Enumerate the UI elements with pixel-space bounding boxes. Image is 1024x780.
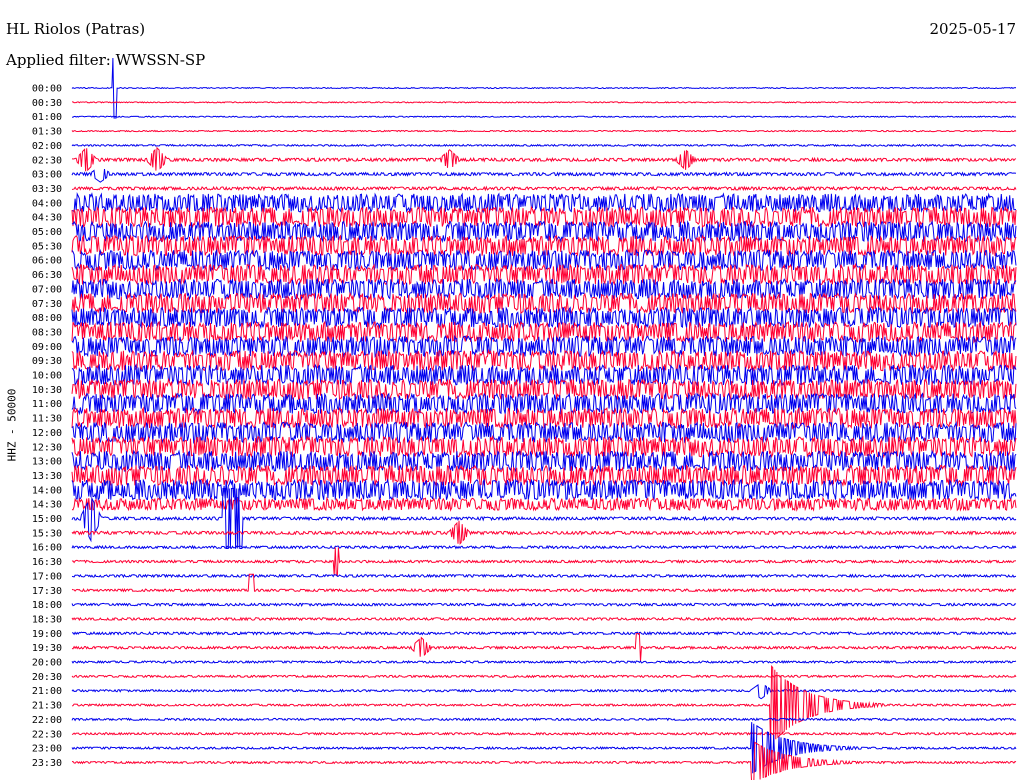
time-tick-label: 21:00 xyxy=(32,686,62,697)
trace-row-1300 xyxy=(71,449,1017,473)
time-tick-label: 19:00 xyxy=(32,629,62,640)
trace-row-0030 xyxy=(72,101,1017,104)
trace-row-0330 xyxy=(71,185,1017,192)
trace-row-1100 xyxy=(71,392,1017,416)
trace-row-1630 xyxy=(71,547,1017,576)
time-tick-label: 16:00 xyxy=(32,543,62,554)
time-tick-label: 16:30 xyxy=(32,557,62,568)
trace-row-0000 xyxy=(71,57,1017,119)
time-tick-label: 02:00 xyxy=(32,141,62,152)
time-tick-label: 05:30 xyxy=(32,241,62,252)
time-tick-label: 20:30 xyxy=(32,672,62,683)
trace-row-1700 xyxy=(71,573,1017,579)
time-tick-label: 18:00 xyxy=(32,600,62,611)
time-tick-label: 15:30 xyxy=(32,528,62,539)
trace-row-0500 xyxy=(71,220,1017,244)
time-tick-label: 23:30 xyxy=(32,758,62,769)
trace-row-0730 xyxy=(71,291,1017,315)
trace-row-1930 xyxy=(71,633,1017,662)
time-tick-label: 04:30 xyxy=(32,213,62,224)
seismogram-chart: 00:00 00:30 01:00 01:30 02:00 02:30 03:00 03:30… xyxy=(32,57,1017,780)
trace-row-2030 xyxy=(71,674,1017,679)
trace-row-0300 xyxy=(71,169,1017,183)
time-tick-label: 07:00 xyxy=(32,284,62,295)
trace-row-1430 xyxy=(71,496,1017,512)
trace-row-1330 xyxy=(71,464,1017,488)
time-tick-label: 08:30 xyxy=(32,327,62,338)
time-tick-label: 10:30 xyxy=(32,385,62,396)
trace-row-0200 xyxy=(71,143,1017,148)
traces-group xyxy=(71,57,1017,780)
time-tick-label: 22:00 xyxy=(32,715,62,726)
seismogram-page: HL Riolos (Patras) 2025-05-17 Applied fi… xyxy=(0,0,1024,780)
trace-row-1000 xyxy=(71,363,1017,387)
time-tick-label: 06:30 xyxy=(32,270,62,281)
time-tick-label: 14:00 xyxy=(32,485,62,496)
trace-row-1830 xyxy=(71,616,1017,622)
time-tick-label: 03:00 xyxy=(32,170,62,181)
time-tick-label: 00:30 xyxy=(32,98,62,109)
time-tick-label: 05:00 xyxy=(32,227,62,238)
time-tick-label: 17:00 xyxy=(32,571,62,582)
time-tick-label: 00:00 xyxy=(32,84,62,95)
time-tick-labels: 00:00 00:30 01:00 01:30 02:00 02:30 03:00 03:30… xyxy=(32,84,62,769)
trace-row-2100 xyxy=(71,683,1017,700)
time-tick-label: 12:30 xyxy=(32,442,62,453)
time-tick-label: 01:30 xyxy=(32,127,62,138)
time-tick-label: 07:30 xyxy=(32,299,62,310)
trace-row-1530 xyxy=(71,520,1017,545)
time-tick-label: 17:30 xyxy=(32,586,62,597)
time-tick-label: 03:30 xyxy=(32,184,62,195)
time-tick-label: 13:30 xyxy=(32,471,62,482)
time-tick-label: 19:30 xyxy=(32,643,62,654)
time-tick-label: 15:00 xyxy=(32,514,62,525)
trace-row-2230 xyxy=(71,731,1017,736)
time-tick-label: 14:30 xyxy=(32,500,62,511)
time-tick-label: 11:00 xyxy=(32,399,62,410)
time-tick-label: 21:30 xyxy=(32,701,62,712)
trace-row-2200 xyxy=(71,717,1017,722)
time-tick-label: 18:30 xyxy=(32,614,62,625)
trace-row-0630 xyxy=(71,262,1017,286)
time-tick-label: 09:30 xyxy=(32,356,62,367)
trace-row-0100 xyxy=(71,115,1017,118)
time-tick-label: 09:00 xyxy=(32,342,62,353)
time-tick-label: 01:00 xyxy=(32,112,62,123)
time-tick-label: 10:00 xyxy=(32,371,62,382)
trace-row-2000 xyxy=(71,659,1017,665)
trace-row-0230 xyxy=(71,146,1017,172)
time-tick-label: 11:30 xyxy=(32,414,62,425)
trace-row-1800 xyxy=(71,602,1017,608)
time-tick-label: 06:00 xyxy=(32,256,62,267)
time-tick-label: 08:00 xyxy=(32,313,62,324)
time-tick-label: 04:00 xyxy=(32,198,62,209)
time-tick-label: 13:00 xyxy=(32,457,62,468)
time-tick-label: 12:00 xyxy=(32,428,62,439)
time-tick-label: 20:00 xyxy=(32,658,62,669)
trace-row-2300 xyxy=(71,722,1017,774)
time-tick-label: 22:30 xyxy=(32,729,62,740)
time-tick-label: 02:30 xyxy=(32,155,62,166)
time-tick-label: 23:00 xyxy=(32,744,62,755)
trace-row-0130 xyxy=(71,129,1017,133)
trace-row-1600 xyxy=(71,544,1017,550)
trace-row-0830 xyxy=(71,320,1017,344)
trace-row-1400 xyxy=(71,478,1017,502)
trace-row-1900 xyxy=(71,630,1017,636)
